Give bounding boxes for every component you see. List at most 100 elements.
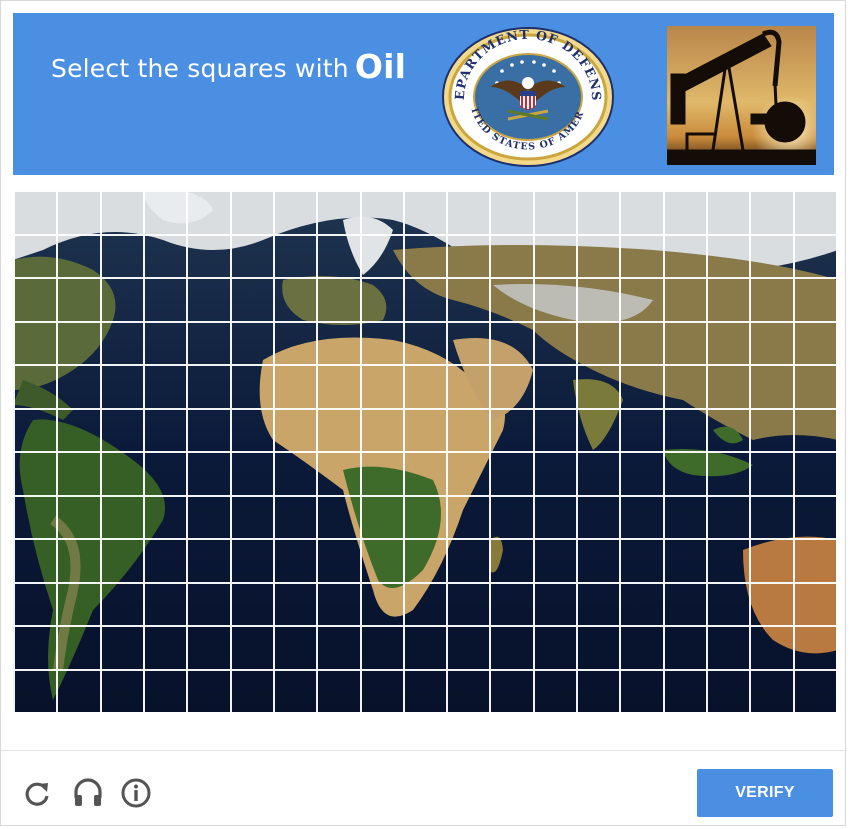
- grid-tile[interactable]: [749, 233, 793, 277]
- grid-tile[interactable]: [359, 190, 403, 234]
- grid-tile[interactable]: [142, 190, 187, 234]
- grid-tile[interactable]: [706, 190, 750, 234]
- grid-tile[interactable]: [576, 277, 620, 321]
- grid-tile[interactable]: [359, 277, 403, 321]
- grid-tile[interactable]: [489, 190, 533, 234]
- grid-tile[interactable]: [359, 668, 403, 712]
- grid-tile[interactable]: [662, 538, 707, 582]
- grid-tile[interactable]: [316, 277, 360, 321]
- grid-tile[interactable]: [186, 233, 230, 277]
- grid-tile[interactable]: [142, 581, 187, 625]
- grid-tile[interactable]: [706, 277, 750, 321]
- grid-tile[interactable]: [792, 494, 836, 538]
- grid-tile[interactable]: [446, 320, 490, 364]
- grid-tile[interactable]: [186, 625, 230, 669]
- grid-tile[interactable]: [619, 668, 663, 712]
- grid-tile[interactable]: [13, 407, 57, 451]
- grid-tile[interactable]: [706, 364, 750, 408]
- grid-tile[interactable]: [576, 538, 620, 582]
- grid-tile[interactable]: [229, 668, 273, 712]
- grid-tile[interactable]: [749, 364, 793, 408]
- grid-tile[interactable]: [446, 451, 490, 495]
- grid-tile[interactable]: [272, 233, 317, 277]
- grid-tile[interactable]: [489, 407, 533, 451]
- grid-tile[interactable]: [532, 277, 577, 321]
- grid-tile[interactable]: [186, 494, 230, 538]
- grid-tile[interactable]: [142, 451, 187, 495]
- grid-tile[interactable]: [56, 320, 100, 364]
- grid-tile[interactable]: [792, 277, 836, 321]
- grid-tile[interactable]: [99, 364, 143, 408]
- grid-tile[interactable]: [576, 581, 620, 625]
- grid-tile[interactable]: [99, 277, 143, 321]
- grid-tile[interactable]: [272, 494, 317, 538]
- grid-tile[interactable]: [402, 451, 447, 495]
- grid-tile[interactable]: [532, 233, 577, 277]
- grid-tile[interactable]: [446, 668, 490, 712]
- grid-tile[interactable]: [706, 625, 750, 669]
- grid-tile[interactable]: [272, 407, 317, 451]
- grid-tile[interactable]: [749, 407, 793, 451]
- grid-tile[interactable]: [792, 190, 836, 234]
- grid-tile[interactable]: [402, 320, 447, 364]
- grid-tile[interactable]: [619, 494, 663, 538]
- audio-headphones-icon[interactable]: [72, 776, 104, 810]
- grid-tile[interactable]: [402, 668, 447, 712]
- grid-tile[interactable]: [619, 320, 663, 364]
- grid-tile[interactable]: [706, 494, 750, 538]
- grid-tile[interactable]: [792, 233, 836, 277]
- grid-tile[interactable]: [576, 407, 620, 451]
- grid-tile[interactable]: [446, 625, 490, 669]
- grid-tile[interactable]: [576, 625, 620, 669]
- grid-tile[interactable]: [13, 233, 57, 277]
- grid-tile[interactable]: [229, 320, 273, 364]
- grid-tile[interactable]: [142, 277, 187, 321]
- grid-tile[interactable]: [56, 190, 100, 234]
- grid-tile[interactable]: [576, 494, 620, 538]
- grid-tile[interactable]: [359, 407, 403, 451]
- grid-tile[interactable]: [142, 320, 187, 364]
- grid-tile[interactable]: [99, 190, 143, 234]
- grid-tile[interactable]: [402, 538, 447, 582]
- grid-tile[interactable]: [359, 581, 403, 625]
- grid-tile[interactable]: [229, 494, 273, 538]
- grid-tile[interactable]: [489, 668, 533, 712]
- grid-tile[interactable]: [229, 625, 273, 669]
- grid-tile[interactable]: [749, 190, 793, 234]
- grid-tile[interactable]: [272, 625, 317, 669]
- grid-tile[interactable]: [706, 581, 750, 625]
- grid-tile[interactable]: [402, 625, 447, 669]
- grid-tile[interactable]: [316, 233, 360, 277]
- grid-tile[interactable]: [489, 233, 533, 277]
- grid-tile[interactable]: [99, 494, 143, 538]
- grid-tile[interactable]: [359, 538, 403, 582]
- grid-tile[interactable]: [619, 407, 663, 451]
- grid-tile[interactable]: [576, 364, 620, 408]
- grid-tile[interactable]: [316, 625, 360, 669]
- grid-tile[interactable]: [489, 364, 533, 408]
- grid-tile[interactable]: [99, 581, 143, 625]
- grid-tile[interactable]: [229, 581, 273, 625]
- grid-tile[interactable]: [792, 364, 836, 408]
- grid-tile[interactable]: [576, 668, 620, 712]
- grid-tile[interactable]: [619, 581, 663, 625]
- grid-tile[interactable]: [316, 668, 360, 712]
- grid-tile[interactable]: [446, 190, 490, 234]
- grid-tile[interactable]: [316, 451, 360, 495]
- grid-tile[interactable]: [792, 538, 836, 582]
- grid-tile[interactable]: [749, 451, 793, 495]
- grid-tile[interactable]: [99, 451, 143, 495]
- grid-tile[interactable]: [13, 277, 57, 321]
- grid-tile[interactable]: [13, 538, 57, 582]
- grid-tile[interactable]: [489, 494, 533, 538]
- grid-tile[interactable]: [619, 364, 663, 408]
- grid-tile[interactable]: [619, 625, 663, 669]
- grid-tile[interactable]: [446, 581, 490, 625]
- grid-tile[interactable]: [186, 581, 230, 625]
- grid-tile[interactable]: [706, 407, 750, 451]
- grid-tile[interactable]: [662, 190, 707, 234]
- grid-tile[interactable]: [186, 538, 230, 582]
- grid-tile[interactable]: [402, 581, 447, 625]
- grid-tile[interactable]: [13, 320, 57, 364]
- grid-tile[interactable]: [749, 277, 793, 321]
